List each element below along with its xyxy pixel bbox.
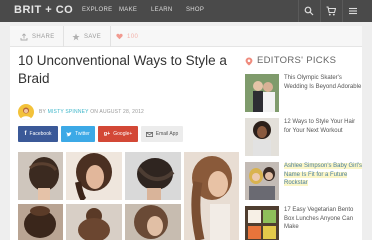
editors-pick-text[interactable]: 17 Easy Vegetarian Bento Box Lunches Any… — [284, 206, 362, 232]
braid-photo-image — [191, 156, 232, 240]
divider — [110, 26, 111, 47]
top-nav: BRIT + CO EXPLORE MAKE LEARN SHOP — [0, 0, 372, 22]
editors-pick-thumbnail[interactable] — [245, 206, 279, 240]
google-plus-share-button[interactable]: g+ Google+ — [98, 126, 138, 142]
editors-pick-thumbnail[interactable] — [245, 162, 279, 200]
facebook-icon: f — [24, 131, 27, 137]
author-link[interactable]: MISTY SPINNEY — [48, 109, 89, 115]
like-count: 100 — [127, 33, 139, 40]
email-icon — [145, 131, 153, 137]
editors-pick-item[interactable]: 17 Easy Vegetarian Bento Box Lunches Any… — [245, 206, 362, 240]
page: BRIT + CO EXPLORE MAKE LEARN SHOP SHARE … — [0, 0, 372, 240]
google-plus-label: Google+ — [113, 131, 133, 137]
editors-pick-thumbnail[interactable] — [245, 118, 279, 156]
celebrity-photo-icon — [245, 162, 279, 200]
braid-photo[interactable] — [66, 152, 122, 200]
facebook-share-button[interactable]: f Facebook — [18, 126, 58, 142]
braid-photo-image — [78, 208, 110, 240]
braid-photo[interactable] — [184, 152, 239, 240]
braid-photo[interactable] — [18, 204, 63, 240]
editors-picks-title: EDITORS' PICKS — [257, 55, 337, 66]
braid-photo[interactable] — [66, 204, 122, 240]
content-panel: SHARE SAVE 100 10 Unconventional Ways to… — [10, 26, 362, 240]
cart-icon — [326, 6, 336, 16]
nav-explore[interactable]: EXPLORE — [82, 7, 112, 13]
divider — [63, 26, 64, 47]
facebook-label: Facebook — [29, 131, 52, 137]
star-icon — [72, 33, 80, 40]
braid-photo-image — [75, 153, 112, 200]
braid-photo-image — [134, 205, 168, 239]
heart-icon — [116, 33, 123, 40]
editors-pick-text[interactable]: This Olympic Skater's Wedding Is Beyond … — [284, 74, 362, 91]
like-button[interactable]: 100 — [116, 26, 138, 47]
share-label: SHARE — [32, 33, 55, 40]
editors-pick-thumbnail[interactable] — [245, 74, 279, 112]
menu-button[interactable] — [342, 0, 362, 22]
search-button[interactable] — [298, 0, 318, 22]
wedding-photo-icon — [245, 74, 279, 112]
share-icon — [20, 32, 28, 40]
editors-pick-text[interactable]: 12 Ways to Style Your Hair for Your Next… — [284, 118, 362, 135]
nav-make[interactable]: MAKE — [119, 7, 137, 13]
cart-button[interactable] — [320, 0, 340, 22]
share-button[interactable]: SHARE — [20, 26, 55, 47]
author-photo-icon — [20, 107, 32, 120]
email-label: Email App — [155, 131, 179, 137]
braid-photo[interactable] — [125, 204, 181, 240]
highlighted-headline[interactable]: Ashlee Simpson's Baby Girl's Name Is Fit… — [284, 163, 362, 186]
twitter-label: Twitter — [75, 131, 90, 137]
search-icon — [304, 6, 314, 16]
by-label: BY — [39, 109, 46, 115]
braid-photo-image — [24, 206, 56, 238]
editors-picks-header: EDITORS' PICKS — [245, 54, 362, 68]
save-button[interactable]: SAVE — [72, 26, 101, 47]
braid-photo[interactable] — [18, 152, 63, 200]
brand-logo[interactable]: BRIT + CO — [14, 4, 73, 16]
google-plus-icon: g+ — [103, 131, 111, 137]
editors-pick-item[interactable]: 12 Ways to Style Your Hair for Your Next… — [245, 118, 362, 156]
byline: BY MISTY SPINNEY ON AUGUST 28, 2012 — [18, 104, 250, 120]
publish-date: ON AUGUST 28, 2012 — [90, 109, 145, 115]
nav-shop[interactable]: SHOP — [186, 7, 204, 13]
bento-box-photo-icon — [245, 206, 279, 240]
braid-photo-grid[interactable] — [18, 152, 239, 240]
braid-photo-image — [137, 158, 175, 200]
email-share-button[interactable]: Email App — [141, 126, 183, 142]
editors-pick-item[interactable]: Ashlee Simpson's Baby Girl's Name Is Fit… — [245, 162, 362, 200]
avatar[interactable] — [18, 104, 34, 120]
nav-learn[interactable]: LEARN — [151, 7, 173, 13]
braid-photo-image — [28, 157, 59, 200]
twitter-share-button[interactable]: Twitter — [61, 126, 95, 142]
menu-icon — [349, 7, 357, 15]
editors-pick-text[interactable]: Ashlee Simpson's Baby Girl's Name Is Fit… — [284, 162, 362, 188]
twitter-icon — [66, 131, 72, 136]
byline-text: BY MISTY SPINNEY ON AUGUST 28, 2012 — [39, 109, 144, 115]
save-label: SAVE — [84, 33, 102, 40]
braid-photo[interactable] — [125, 152, 181, 200]
editors-pick-item[interactable]: This Olympic Skater's Wedding Is Beyond … — [245, 74, 362, 112]
pin-icon — [245, 57, 253, 66]
article-title: 10 Unconventional Ways to Style a Braid — [18, 53, 227, 86]
workout-hair-photo-icon — [245, 118, 279, 156]
share-bar: SHARE SAVE 100 — [10, 26, 362, 47]
